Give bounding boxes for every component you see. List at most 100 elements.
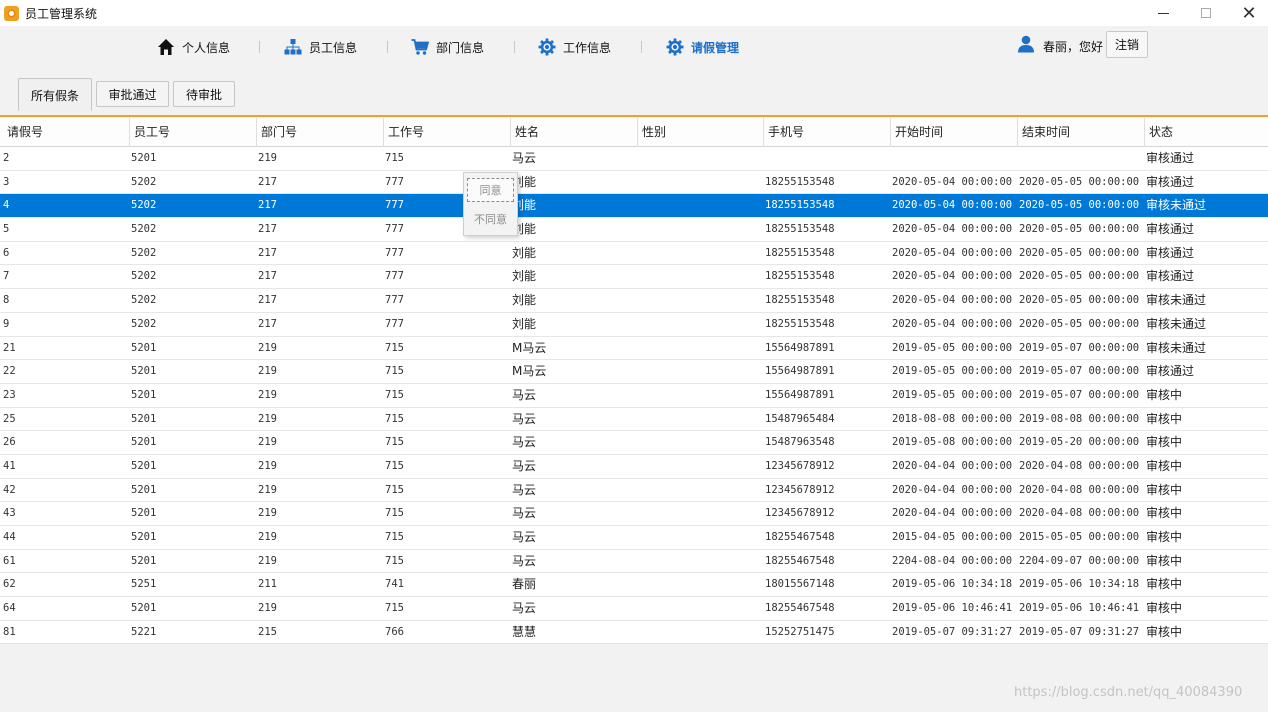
table-cell: 18255153548: [765, 294, 835, 307]
table-row[interactable]: 7 5202 217 777 刘能 18255153548 2020-05-04 00:00…: [0, 265, 1268, 290]
table-row[interactable]: 4 5202 217 777 刘能 18255153548 2020-05-04 00:00…: [0, 194, 1268, 219]
nav-item-department-info[interactable]: 部门信息: [411, 36, 484, 58]
reject-menu-item[interactable]: 不同意: [467, 207, 514, 231]
table-cell: 5251: [131, 578, 157, 591]
table-row[interactable]: 41 5201 219 715 马云 12345678912 2020-04-04 00:0…: [0, 454, 1268, 479]
table-row[interactable]: 64 5201 219 715 马云 18255467548 2019-05-06 10:4…: [0, 597, 1268, 621]
column-header[interactable]: 工作号: [383, 118, 510, 147]
table-row[interactable]: 8 5202 217 777 刘能 18255153548 2020-05-04 00:00…: [0, 289, 1268, 313]
table-cell: 715: [385, 341, 404, 354]
table-cell: 马云: [512, 435, 537, 450]
table-row[interactable]: 2 5201 219 715 马云 审核通过: [0, 147, 1268, 171]
column-header[interactable]: 部门号: [256, 118, 383, 147]
table-row[interactable]: 9 5202 217 777 刘能 18255153548 2020-05-04 00:00…: [0, 312, 1268, 337]
minimize-icon: [1157, 12, 1169, 14]
column-header[interactable]: 开始时间: [890, 118, 1017, 147]
table-cell: 2019-05-06 10:46:41: [1019, 602, 1140, 615]
column-header[interactable]: 性别: [637, 118, 763, 147]
table-cell: 715: [385, 412, 404, 425]
window-title: 员工管理系统: [25, 6, 98, 21]
table-cell: 715: [385, 152, 404, 164]
tab-approved[interactable]: 审批通过: [96, 81, 169, 107]
table-row[interactable]: 26 5201 219 715 马云 15487963548 2019-05-08 00:0…: [0, 431, 1268, 455]
table-cell: 41: [3, 459, 16, 472]
column-header[interactable]: 结束时间: [1017, 118, 1144, 147]
approve-menu-item[interactable]: 同意: [467, 178, 514, 202]
table-cell: 2015-05-05 00:00:00: [1019, 531, 1140, 543]
close-button[interactable]: ✕: [1226, 0, 1268, 26]
table-cell: 18255467548: [765, 602, 835, 615]
table-row[interactable]: 6 5202 217 777 刘能 18255153548 2020-05-04 00:00…: [0, 241, 1268, 266]
table-row[interactable]: 21 5201 219 715 M马云 15564987891 2019-05-05 00:…: [0, 336, 1268, 361]
table-cell: 审核中: [1146, 601, 1183, 616]
table-cell: 219: [258, 554, 277, 567]
table-cell: 马云: [512, 553, 537, 568]
table-cell: 2019-05-05 00:00:00: [892, 341, 1013, 354]
table-cell: 715: [385, 483, 404, 496]
table-cell: 2204-08-04 00:00:00: [892, 554, 1013, 567]
table-cell: 审核通过: [1146, 245, 1195, 260]
table-cell: 审核中: [1146, 482, 1183, 497]
table-cell: 22: [3, 365, 16, 378]
column-header[interactable]: 状态: [1144, 118, 1268, 147]
table-row[interactable]: 5 5202 217 777 刘能 18255153548 2020-05-04 00:00…: [0, 218, 1268, 242]
table-cell: 12345678912: [765, 507, 835, 520]
table-row[interactable]: 61 5201 219 715 马云 18255467548 2204-08-04 00:0…: [0, 549, 1268, 574]
column-header[interactable]: 手机号: [763, 118, 890, 147]
table-cell: 715: [385, 602, 404, 615]
table-cell: 2020-04-08 00:00:00: [1019, 459, 1140, 472]
table-cell: 2020-05-05 00:00:00: [1019, 223, 1140, 236]
table-cell: 审核通过: [1146, 222, 1195, 237]
table-cell: M马云: [512, 340, 547, 355]
table-cell: 5201: [131, 507, 157, 520]
logout-button[interactable]: 注销: [1106, 31, 1148, 58]
maximize-button[interactable]: [1183, 0, 1229, 26]
table-cell: 2020-05-04 00:00:00: [892, 317, 1013, 330]
table-cell: 215: [258, 625, 277, 638]
table-cell: 766: [385, 625, 404, 638]
nav-label: 工作信息: [563, 40, 612, 55]
table-cell: 审核未通过: [1146, 198, 1207, 213]
table-cell: 慧慧: [512, 624, 537, 639]
table-row[interactable]: 23 5201 219 715 马云 15564987891 2019-05-05 00:0…: [0, 383, 1268, 408]
user-greeting: 春丽，您好: [1043, 40, 1104, 54]
table-cell: 12345678912: [765, 459, 835, 472]
column-header[interactable]: 员工号: [129, 118, 256, 147]
column-header[interactable]: 请假号: [3, 118, 129, 147]
nav-item-employee-info[interactable]: 员工信息: [284, 36, 357, 58]
table-cell: 5201: [131, 554, 157, 567]
nav-label: 员工信息: [309, 40, 358, 55]
nav-label: 请假管理: [691, 40, 740, 55]
table-row[interactable]: 43 5201 219 715 马云 12345678912 2020-04-04 00:0…: [0, 502, 1268, 526]
table-cell: 217: [258, 175, 277, 188]
nav-item-personal-info[interactable]: 个人信息: [157, 36, 230, 58]
table-cell: 5221: [131, 625, 157, 638]
table-row[interactable]: 22 5201 219 715 M马云 15564987891 2019-05-05 00:…: [0, 360, 1268, 384]
table-cell: 9: [3, 317, 10, 330]
table-cell: 15487963548: [765, 436, 835, 449]
table-cell: M马云: [512, 364, 547, 379]
table-cell: 5201: [131, 459, 157, 472]
table-row[interactable]: 62 5251 211 741 春丽 18015567148 2019-05-06 10:3…: [0, 573, 1268, 598]
nav-item-job-info[interactable]: 工作信息: [538, 36, 611, 58]
table-cell: 审核中: [1146, 506, 1183, 521]
table-cell: 26: [3, 436, 16, 449]
table-row[interactable]: 44 5201 219 715 马云 18255467548 2015-04-05 00:0…: [0, 526, 1268, 550]
table-cell: 44: [3, 531, 16, 543]
tab-pending[interactable]: 待审批: [173, 81, 235, 107]
table-row[interactable]: 42 5201 219 715 马云 12345678912 2020-04-04 00:0…: [0, 478, 1268, 503]
table-cell: 62: [3, 578, 16, 591]
table-cell: 5202: [131, 270, 157, 283]
column-header[interactable]: 姓名: [510, 118, 637, 147]
nav-item-leave-management[interactable]: 请假管理: [666, 36, 739, 58]
tab-all-leaves[interactable]: 所有假条: [18, 78, 92, 111]
table-cell: 5201: [131, 531, 157, 543]
table-row[interactable]: 3 5202 217 777 刘能 18255153548 2020-05-04 00:00…: [0, 170, 1268, 195]
table-cell: 715: [385, 554, 404, 567]
table-row[interactable]: 25 5201 219 715 马云 15487965484 2018-08-08 00:0…: [0, 407, 1268, 432]
minimize-button[interactable]: [1140, 0, 1186, 26]
table-cell: 2020-05-05 00:00:00: [1019, 175, 1140, 188]
table-cell: 2020-05-04 00:00:00: [892, 246, 1013, 259]
row-context-menu: 同意 不同意: [463, 172, 518, 236]
table-row[interactable]: 81 5221 215 766 慧慧 15252751475 2019-05-07 09:3…: [0, 620, 1268, 645]
